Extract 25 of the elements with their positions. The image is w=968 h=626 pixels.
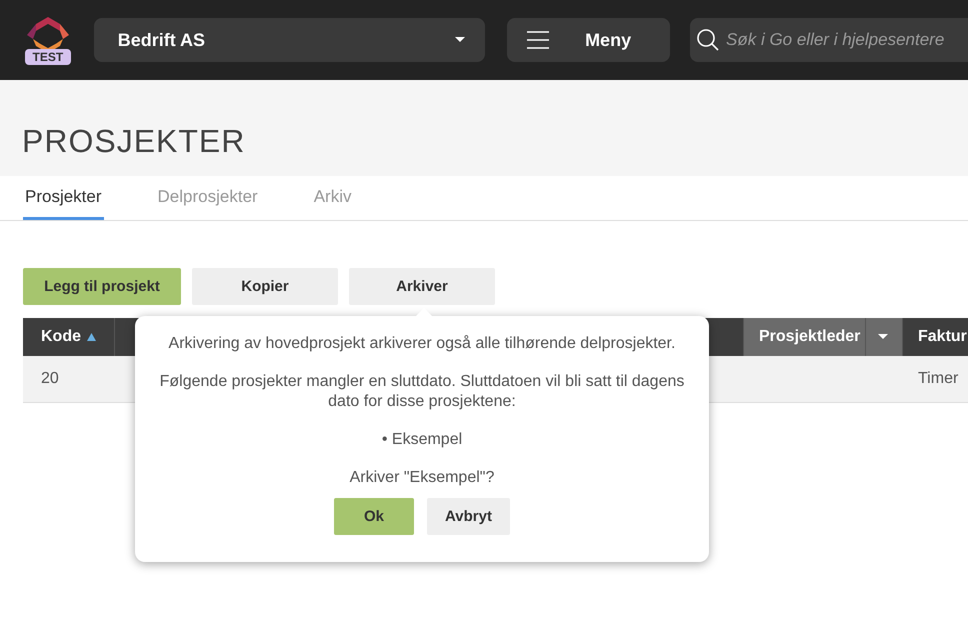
dialog-button[interactable]: Ok bbox=[334, 498, 414, 535]
table-cell: Timer bbox=[918, 370, 958, 388]
menu-icon bbox=[527, 31, 550, 49]
column-header[interactable]: Prosjektleder bbox=[744, 318, 866, 356]
search-field[interactable]: Søk i Go eller i hjelpesentere bbox=[724, 29, 968, 51]
test-badge: TEST bbox=[24, 49, 72, 65]
action-button[interactable]: Arkiver bbox=[349, 268, 495, 305]
column-header[interactable]: Kode bbox=[23, 318, 115, 356]
search-bar[interactable]: Søk i Go eller i hjelpesentere bbox=[690, 18, 968, 62]
tab[interactable]: Prosjekter bbox=[23, 176, 104, 220]
caret-icon bbox=[455, 37, 466, 43]
dialog-text: Arkiver "Eksempel"? bbox=[350, 468, 494, 488]
dialog-text: Arkivering av hovedprosjekt arkiverer også alle tilhørende delprosjekter. bbox=[168, 334, 676, 354]
table-cell: 20 bbox=[41, 370, 59, 388]
search-icon bbox=[696, 28, 720, 52]
column-header[interactable]: Faktur bbox=[903, 318, 968, 356]
action-button[interactable]: Legg til prosjekt bbox=[23, 268, 181, 305]
menu-button[interactable]: Meny bbox=[507, 18, 670, 62]
dialog-text: • Eksempel bbox=[382, 430, 462, 450]
dropdown-caret-icon[interactable] bbox=[878, 334, 888, 340]
dialog-button[interactable]: Avbryt bbox=[427, 498, 510, 535]
page-title: PROSJEKTER bbox=[22, 123, 246, 160]
dialog-text: Følgende prosjekter mangler en sluttdato. Sluttdatoen vil bli satt til dagens dato for disse prosjektene: bbox=[159, 372, 685, 412]
company-selector[interactable]: Bedrift AS bbox=[94, 18, 486, 62]
action-button[interactable]: Kopier bbox=[192, 268, 338, 305]
